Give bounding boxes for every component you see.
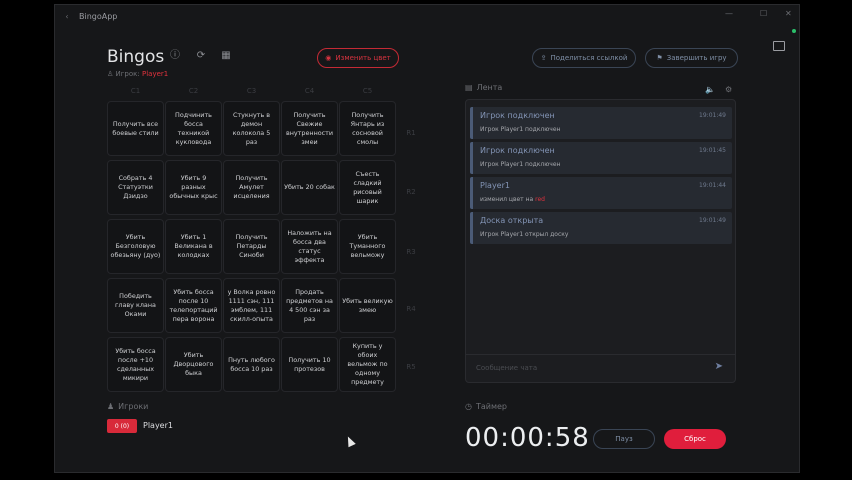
close-button[interactable]: ✕ [785, 9, 792, 18]
feed-item: Player1 19:01:44 изменил цвет на red [470, 177, 732, 209]
flag-icon: ⚑ [656, 54, 663, 62]
feed-item-body: Игрок Player1 открыл доску [480, 231, 569, 238]
chat-input[interactable]: Сообщение чата ➤ [466, 354, 735, 382]
minimize-button[interactable]: — [725, 9, 733, 18]
bingo-cell[interactable]: Получить Петарды Синоби [223, 219, 280, 274]
feed-item-highlight: red [535, 196, 545, 203]
feed-item: Игрок подключен 19:01:49 Игрок Player1 под… [470, 107, 732, 139]
feed-icon: ▤ [465, 83, 473, 92]
feed-item-title: Игрок подключен [480, 146, 555, 155]
feed-item-body: Игрок Player1 подключен [480, 161, 561, 168]
reset-button[interactable]: Сброс [664, 429, 726, 449]
bingo-cell[interactable]: Убить 20 собак [281, 160, 338, 215]
feed-panel: Игрок подключен 19:01:49 Игрок Player1 под… [465, 99, 736, 383]
feed-item-time: 19:01:44 [699, 182, 726, 189]
popout-icon[interactable] [773, 41, 785, 51]
settings-icon[interactable]: ⚙ [725, 85, 732, 94]
feed-item-title: Игрок подключен [480, 111, 555, 120]
feed-item-title: Доска открыта [480, 216, 544, 225]
layout-icon[interactable]: ▦ [220, 50, 232, 62]
feed-item-time: 19:01:49 [699, 217, 726, 224]
title-bar: ‹ BingoApp — ☐ ✕ [55, 5, 799, 27]
feed-item-body: изменил цвет на red [480, 196, 545, 203]
refresh-icon[interactable]: ⟳ [195, 50, 207, 62]
row-header: R2 [406, 188, 416, 196]
timer-display: 00:00:58 [465, 423, 590, 453]
players-icon: ♟ [107, 402, 115, 411]
clock-icon: ◷ [465, 402, 472, 411]
send-icon[interactable]: ➤ [715, 361, 723, 372]
row-header: R4 [406, 305, 416, 313]
bingo-cell[interactable]: Получить все боевые стили [107, 101, 164, 156]
feed-item-body: Игрок Player1 подключен [480, 126, 561, 133]
status-dot [792, 29, 796, 33]
bingo-cell[interactable]: Получить Амулет исцеления [223, 160, 280, 215]
players-title: ♟ Игроки [107, 402, 149, 411]
row-header: R5 [406, 363, 416, 371]
pause-button[interactable]: Пауз [593, 429, 655, 449]
share-link-button[interactable]: ⇪ Поделиться ссылкой [532, 48, 636, 68]
bingo-cell[interactable]: Подчинить босса техникой кукловода [165, 101, 222, 156]
bingo-cell[interactable]: Получить Янтарь из сосновой смолы [339, 101, 396, 156]
bingo-cell[interactable]: Получить 10 протезов [281, 337, 338, 392]
bingo-cell[interactable]: Стукнуть в демон колокола 5 раз [223, 101, 280, 156]
sound-icon[interactable]: 🔈 [705, 85, 715, 94]
bingo-cell[interactable]: Убить великую змею [339, 278, 396, 333]
page-title: Bingos [107, 47, 165, 67]
column-header: C5 [362, 87, 373, 95]
info-icon[interactable]: ⓘ [169, 50, 181, 62]
feed-title: ▤ Лента [465, 83, 503, 92]
bingo-cell[interactable]: Убить босса после 10 телепортаций пера в… [165, 278, 222, 333]
bingo-cell[interactable]: Победить главу клана Оками [107, 278, 164, 333]
column-header: C4 [304, 87, 315, 95]
feed-item-time: 19:01:45 [699, 147, 726, 154]
bingo-cell[interactable]: Купить у обоих вельмож по одному предмет… [339, 337, 396, 392]
bingo-cell[interactable]: Убить 1 Великана в колодках [165, 219, 222, 274]
end-game-button[interactable]: ⚑ Завершить игру [645, 48, 738, 68]
row-header: R3 [406, 248, 416, 256]
change-color-button[interactable]: ◉ Изменить цвет [317, 48, 399, 68]
bingo-cell[interactable]: Убить 9 разных обычных крыс [165, 160, 222, 215]
bingo-cell[interactable]: Собрать 4 Статуэтки Дзидзо [107, 160, 164, 215]
app-window: ‹ BingoApp — ☐ ✕ Bingos ⓘ ⟳ ▦ ♙ Игрок: P… [54, 4, 800, 473]
column-header: C3 [246, 87, 257, 95]
bingo-cell[interactable]: Убить Дворцового быка [165, 337, 222, 392]
feed-item-title: Player1 [480, 181, 510, 190]
current-player: ♙ Игрок: Player1 [107, 70, 169, 78]
window-title: BingoApp [79, 11, 118, 21]
bingo-cell[interactable]: Получить Свежие внутренности змеи [281, 101, 338, 156]
share-icon: ⇪ [540, 54, 547, 62]
feed-item-time: 19:01:49 [699, 112, 726, 119]
bingo-cell[interactable]: Продать предметов на 4 500 сэн за раз [281, 278, 338, 333]
user-icon: ♙ [107, 70, 116, 78]
player-score-badge: 0 (0) [107, 419, 137, 433]
timer-title: ◷ Таймер [465, 402, 508, 411]
column-header: C1 [130, 87, 141, 95]
bingo-cell[interactable]: Убить босса после +10 сделанных микири [107, 337, 164, 392]
bingo-cell[interactable]: Убить Туманного вельможу [339, 219, 396, 274]
bingo-cell[interactable]: Съесть сладкий рисовый шарик [339, 160, 396, 215]
chat-placeholder: Сообщение чата [476, 364, 538, 372]
feed-item: Игрок подключен 19:01:45 Игрок Player1 под… [470, 142, 732, 174]
bingo-cell[interactable]: у Волка ровно 1111 сэн, 111 эмблем, 111 … [223, 278, 280, 333]
back-arrow-icon[interactable]: ‹ [55, 12, 79, 21]
row-header: R1 [406, 129, 416, 137]
maximize-button[interactable]: ☐ [760, 9, 767, 18]
feed-item: Доска открыта 19:01:49 Игрок Player1 откры… [470, 212, 732, 244]
bingo-cell[interactable]: Убить Безголовую обезьяну (дуо) [107, 219, 164, 274]
player-name: Player1 [141, 70, 169, 78]
player-list-name: Player1 [143, 421, 173, 430]
column-header: C2 [188, 87, 199, 95]
palette-icon: ◉ [325, 54, 332, 62]
bingo-cell[interactable]: Пнуть любого босса 10 раз [223, 337, 280, 392]
bingo-cell[interactable]: Наложить на босса два статус эффекта [281, 219, 338, 274]
